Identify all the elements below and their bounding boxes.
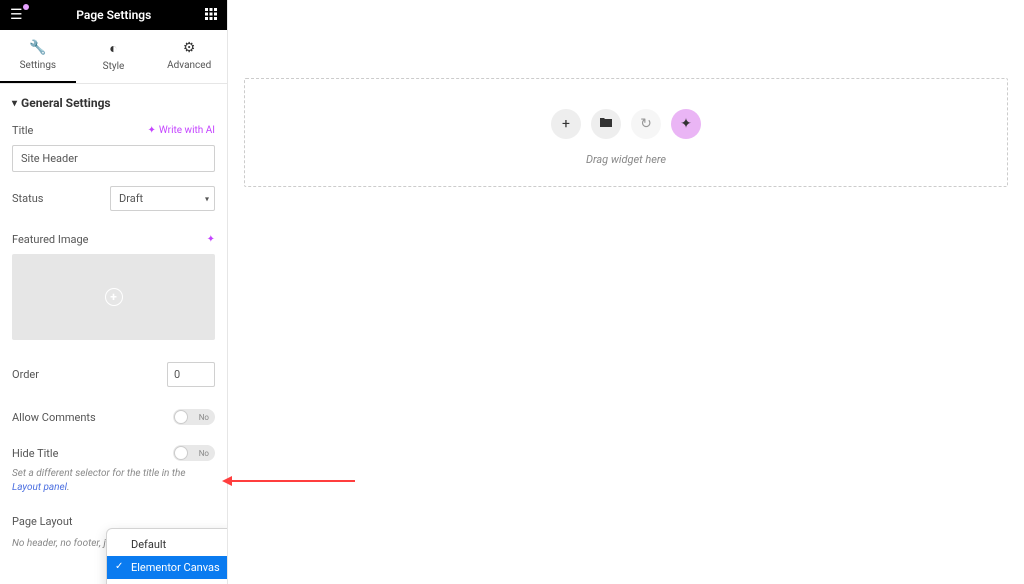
panel-title: Page Settings bbox=[23, 8, 205, 22]
tab-settings[interactable]: 🔧 Settings bbox=[0, 30, 76, 83]
check-icon: ✓ bbox=[115, 561, 123, 572]
tab-label: Advanced bbox=[167, 60, 211, 71]
sparkle-icon: ✦ bbox=[680, 116, 692, 132]
sidebar-top-bar: ☰ Page Settings bbox=[0, 0, 227, 30]
selector-note: Set a different selector for the title i… bbox=[12, 467, 215, 495]
section-header-general[interactable]: ▾ General Settings bbox=[12, 96, 215, 110]
page-layout-dropdown[interactable]: Default ✓Elementor Canvas Elementor Full… bbox=[106, 528, 227, 584]
status-select[interactable]: Draft bbox=[110, 186, 215, 211]
tab-label: Style bbox=[103, 61, 125, 72]
gear-icon: ⚙ bbox=[183, 40, 196, 56]
sparkle-icon: ✦ bbox=[148, 125, 156, 136]
drag-hint: Drag widget here bbox=[586, 153, 666, 166]
hide-title-label: Hide Title bbox=[12, 447, 58, 460]
tab-advanced[interactable]: ⚙ Advanced bbox=[151, 30, 227, 83]
toggle-knob bbox=[174, 446, 188, 460]
wrench-icon: 🔧 bbox=[29, 40, 46, 56]
ai-button[interactable]: ✦ bbox=[671, 109, 701, 139]
contrast-icon: ◐ bbox=[109, 40, 117, 57]
hamburger-icon[interactable]: ☰ bbox=[10, 7, 23, 23]
allow-comments-toggle[interactable]: No bbox=[173, 409, 215, 425]
editor-canvas: + ↻ ✦ Drag widget here bbox=[228, 0, 1024, 584]
plus-icon: + bbox=[105, 288, 123, 306]
folder-button[interactable] bbox=[591, 109, 621, 139]
order-label: Order bbox=[12, 368, 39, 381]
dropdown-item-elementor-full-width[interactable]: Elementor Full Width bbox=[107, 579, 227, 584]
allow-comments-label: Allow Comments bbox=[12, 411, 96, 424]
status-label: Status bbox=[12, 192, 43, 205]
section-title: General Settings bbox=[21, 96, 111, 110]
page-layout-label: Page Layout bbox=[12, 515, 73, 528]
editor-sidebar: ☰ Page Settings 🔧 Settings ◐ Style ⚙ Adv… bbox=[0, 0, 228, 584]
write-with-ai-link[interactable]: ✦ Write with AI bbox=[148, 125, 215, 136]
featured-image-upload[interactable]: + bbox=[12, 254, 215, 340]
settings-panel: ▾ General Settings Title ✦ Write with AI… bbox=[0, 84, 227, 584]
title-label: Title bbox=[12, 124, 33, 137]
hide-title-toggle[interactable]: No bbox=[173, 445, 215, 461]
sparkle-icon[interactable]: ✦ bbox=[207, 234, 215, 245]
add-section-button[interactable]: + bbox=[551, 109, 581, 139]
tab-style[interactable]: ◐ Style bbox=[76, 30, 152, 83]
folder-icon bbox=[599, 116, 613, 132]
refresh-icon: ↻ bbox=[640, 116, 652, 132]
widget-drop-zone[interactable]: + ↻ ✦ Drag widget here bbox=[244, 78, 1008, 187]
toggle-knob bbox=[174, 410, 188, 424]
apps-icon[interactable] bbox=[205, 8, 217, 23]
order-input[interactable] bbox=[167, 362, 215, 387]
title-input[interactable] bbox=[12, 145, 215, 172]
canvas-action-buttons: + ↻ ✦ bbox=[551, 109, 701, 139]
tab-bar: 🔧 Settings ◐ Style ⚙ Advanced bbox=[0, 30, 227, 84]
dropdown-item-elementor-canvas[interactable]: ✓Elementor Canvas bbox=[107, 556, 227, 579]
tab-label: Settings bbox=[20, 60, 57, 71]
layout-panel-link[interactable]: Layout panel bbox=[12, 482, 67, 493]
dropdown-item-default[interactable]: Default bbox=[107, 533, 227, 556]
featured-image-label: Featured Image bbox=[12, 233, 88, 246]
plus-icon: + bbox=[562, 116, 570, 132]
history-button[interactable]: ↻ bbox=[631, 109, 661, 139]
caret-down-icon: ▾ bbox=[12, 98, 17, 109]
